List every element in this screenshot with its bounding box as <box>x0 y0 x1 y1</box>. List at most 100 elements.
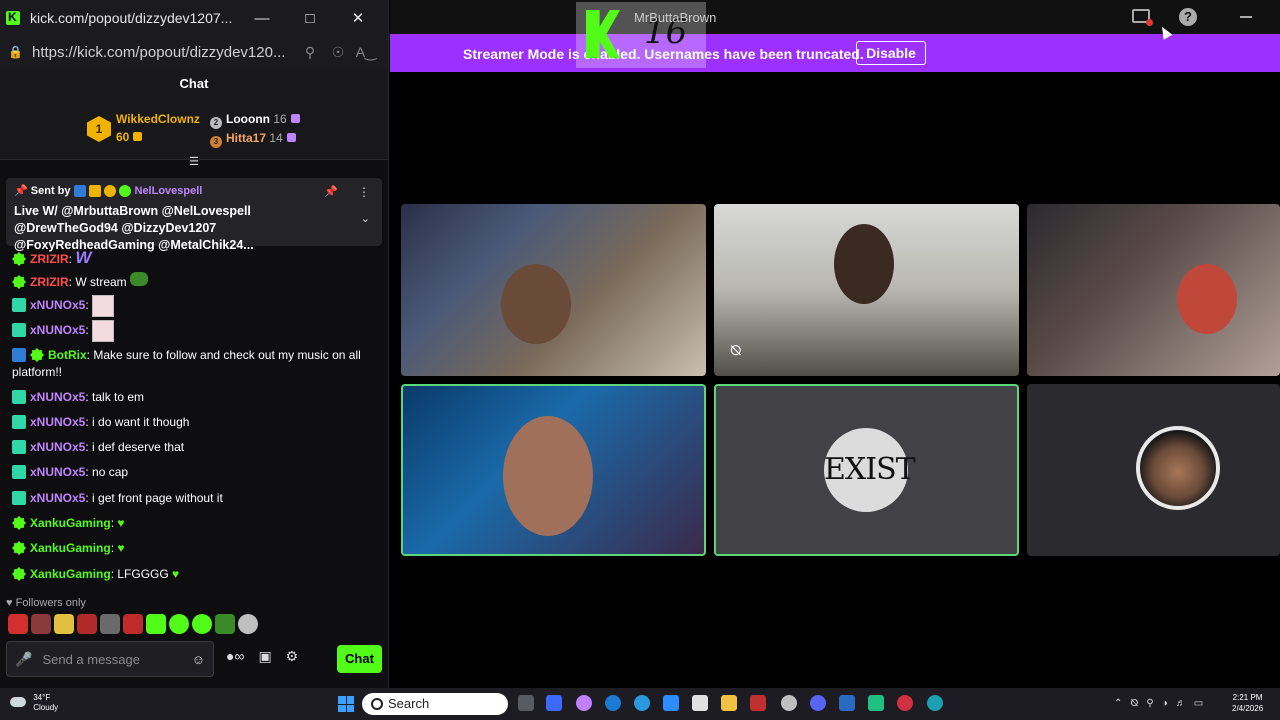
maximize-icon[interactable]: □ <box>286 10 334 27</box>
chat-username[interactable]: xNUNOx5 <box>30 298 85 312</box>
chat-username[interactable]: BotRix <box>48 348 87 362</box>
verified-badge-icon <box>12 275 26 289</box>
emote-icon[interactable] <box>8 614 28 634</box>
exist-avatar: EXIST <box>824 428 916 512</box>
store-app-icon[interactable] <box>692 695 708 711</box>
cast-icon[interactable] <box>1132 9 1153 26</box>
leaderboard-third-name: Hitta17 <box>226 131 267 145</box>
emote-icon[interactable] <box>54 614 74 634</box>
settings-app-icon[interactable] <box>781 695 797 711</box>
read-aloud-icon[interactable]: A‿ <box>352 44 380 61</box>
lock-icon[interactable]: 🔒 <box>8 45 23 59</box>
leaderboard-second-name: Looonn <box>226 112 270 126</box>
chat-message: xNUNOx5: <box>12 295 115 317</box>
emote-icon[interactable] <box>169 614 189 634</box>
widgets-app-icon[interactable] <box>546 695 562 711</box>
chat-username[interactable]: xNUNOx5 <box>30 390 85 404</box>
copilot-icon[interactable] <box>576 695 592 711</box>
participant-avatar-tile[interactable] <box>1027 384 1280 556</box>
send-chat-button[interactable]: Chat <box>337 645 382 673</box>
help-icon[interactable]: ? <box>1179 8 1197 26</box>
kicks-icon[interactable]: ●∞ <box>226 648 244 665</box>
task-view-icon[interactable] <box>518 695 534 711</box>
location-icon[interactable]: ⚲ <box>1146 698 1153 709</box>
chat-username[interactable]: XankuGaming <box>30 567 111 581</box>
leaderboard-third[interactable]: 3 Hitta17 14 <box>210 131 296 148</box>
chat-username[interactable]: xNUNOx5 <box>30 415 85 429</box>
unpin-icon[interactable]: 📌 <box>324 185 338 198</box>
minimize-icon[interactable] <box>1240 16 1252 18</box>
chat-username[interactable]: ZRIZIR <box>30 252 69 266</box>
participant-video-tile[interactable]: ⦰ <box>714 204 1019 376</box>
pinned-sender-name[interactable]: NelLovespell <box>135 185 203 197</box>
muted-app-icon[interactable]: ⦰ <box>1130 698 1138 709</box>
wifi-icon[interactable]: ◑ <box>1162 698 1168 709</box>
participant-video-tile[interactable] <box>1027 204 1280 376</box>
system-tray: ⌃ ⦰ ⚲ ◑ ♬ ▭ <box>1114 698 1203 709</box>
edge-beta-icon[interactable] <box>634 695 650 711</box>
subscriber-badge-icon <box>12 415 26 429</box>
file-explorer-icon[interactable] <box>721 695 737 711</box>
weather-widget[interactable]: 34°F Cloudy <box>10 693 58 713</box>
taskbar-search[interactable]: Search <box>362 693 508 715</box>
hp-app-icon[interactable] <box>605 695 621 711</box>
microphone-icon[interactable]: 🎤 <box>15 651 32 668</box>
leaderboard-second[interactable]: 2 Looonn 16 <box>210 112 300 129</box>
pinned-message[interactable]: 📌 Sent by NelLovespell Live W/ @MrbuttaB… <box>6 178 382 252</box>
subscriber-badge-icon <box>12 440 26 454</box>
followers-only-label: Followers only <box>15 597 86 609</box>
participant-video-tile-speaking[interactable] <box>401 384 706 556</box>
zoom-app-icon[interactable] <box>663 695 679 711</box>
emoji-picker-icon[interactable]: ☺ <box>192 652 205 667</box>
tracking-prevention-icon[interactable]: ☉ <box>324 44 352 61</box>
chat-message: xNUNOx5: i do want it though <box>12 415 189 429</box>
message-input[interactable]: 🎤 Send a message ☺ <box>6 641 214 677</box>
chat-message: xNUNOx5: i def deserve that <box>12 440 184 454</box>
minimize-icon[interactable]: — <box>238 10 286 27</box>
emote-icon[interactable] <box>31 614 51 634</box>
collapse-leaderboard-icon[interactable]: ☰ <box>186 156 202 168</box>
chevron-up-icon[interactable]: ⌃ <box>1114 698 1122 709</box>
chat-username[interactable]: xNUNOx5 <box>30 323 85 337</box>
url-field[interactable]: https://kick.com/popout/dizzydev120... <box>32 44 296 61</box>
system-clock[interactable]: 2:21 PM 2/4/2026 <box>1232 692 1263 714</box>
disable-button[interactable]: Disable <box>856 41 926 65</box>
edge-browser-icon[interactable] <box>927 695 943 711</box>
battery-icon[interactable]: ▭ <box>1194 698 1203 709</box>
maps-app-icon[interactable] <box>897 695 913 711</box>
notification-app-icon[interactable] <box>750 695 766 711</box>
chat-username[interactable]: XankuGaming <box>30 516 111 530</box>
volume-icon[interactable]: ♬ <box>1176 698 1186 709</box>
chevron-down-icon[interactable]: ⌄ <box>361 212 370 225</box>
emote-icon[interactable] <box>192 614 212 634</box>
app-icon[interactable] <box>868 695 884 711</box>
emote-icon[interactable] <box>238 614 258 634</box>
discord-icon[interactable] <box>810 695 826 711</box>
participant-video-tile[interactable] <box>401 204 706 376</box>
windows-start-icon[interactable] <box>338 696 354 712</box>
chat-header: Chat <box>0 68 388 100</box>
emote-icon[interactable] <box>146 614 166 634</box>
emote-icon[interactable] <box>123 614 143 634</box>
gift-box-icon[interactable]: ▣ <box>258 648 271 665</box>
more-options-icon[interactable]: ⋮ <box>358 185 370 199</box>
composer-tools: ●∞ ▣ ⚙ <box>226 648 298 665</box>
streamer-mode-banner: Streamer Mode is enabled. Usernames have… <box>390 34 1280 72</box>
chat-messages: ZRIZIR: W ZRIZIR: W stream xNUNOx5: xNUN… <box>0 244 386 590</box>
chat-username[interactable]: xNUNOx5 <box>30 440 85 454</box>
participant-avatar-tile[interactable]: EXIST <box>714 384 1019 556</box>
chat-username[interactable]: xNUNOx5 <box>30 491 85 505</box>
emote-icon[interactable] <box>215 614 235 634</box>
subscriber-badge-icon <box>12 465 26 479</box>
emote-icon[interactable] <box>100 614 120 634</box>
zoom-icon[interactable]: ⚲ <box>296 44 324 61</box>
close-icon[interactable]: ✕ <box>334 9 382 27</box>
settings-gear-icon[interactable]: ⚙ <box>286 648 299 665</box>
chat-username[interactable]: xNUNOx5 <box>30 465 85 479</box>
leaderboard-first-name[interactable]: WikkedClownz <box>116 112 200 126</box>
message-placeholder: Send a message <box>42 651 141 667</box>
app-icon[interactable] <box>839 695 855 711</box>
chat-username[interactable]: XankuGaming <box>30 541 111 555</box>
emote-icon[interactable] <box>77 614 97 634</box>
chat-username[interactable]: ZRIZIR <box>30 275 69 289</box>
